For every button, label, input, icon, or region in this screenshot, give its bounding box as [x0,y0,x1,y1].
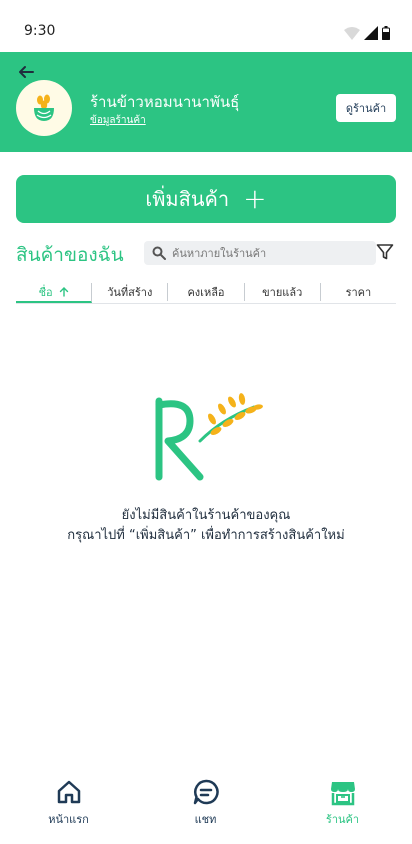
nav-label-home: หน้าแรก [48,813,89,826]
sort-tab-label: ชื่อ [38,286,53,299]
status-time: 9:30 [24,23,56,39]
empty-state-rice-logo-icon [155,393,263,481]
sort-tab-price[interactable]: ราคา [321,283,396,301]
add-product-label: เพิ่มสินค้า [145,187,230,211]
filter-icon[interactable] [376,243,394,261]
nav-item-home[interactable]: หน้าแรก [0,770,137,844]
chat-icon [193,779,219,805]
search-icon [152,246,166,260]
nav-item-store[interactable]: ร้านค้า [274,770,411,844]
rice-bowl-logo-icon [34,94,54,121]
shop-header: ร้านข้าวหอมนานาพันธุ์ ข้อมูลร้านค้า ดูร้… [0,52,412,152]
empty-state-line-1: ยังไม่มีสินค้าในร้านค้าของคุณ [121,508,291,523]
my-products-title: สินค้าของฉัน [16,244,124,266]
empty-state-line-2: กรุณาไปที่ “เพิ่มสินค้า” เพื่อทำการสร้าง… [67,528,345,543]
shop-avatar [16,80,72,136]
sort-tab-created-date[interactable]: วันที่สร้าง [92,283,169,301]
nav-label-store: ร้านค้า [325,813,360,826]
plus-icon: + [243,182,267,215]
sort-tab-remaining[interactable]: คงเหลือ [168,283,245,301]
search-placeholder: ค้นหาภายในร้านค้า [172,247,267,260]
nav-label-chat: แชท [194,813,217,826]
add-product-button[interactable]: เพิ่มสินค้า + [16,175,396,223]
bottom-nav: หน้าแรก แชท ร้านค้า [0,770,412,844]
status-icons [344,26,390,40]
empty-state-message: ยังไม่มีสินค้าในร้านค้าของคุณ กรุณาไปที่… [0,506,412,546]
sort-ascending-arrow-icon [59,287,68,297]
product-search-input[interactable]: ค้นหาภายในร้านค้า [144,241,376,265]
shop-name: ร้านข้าวหอมนานาพันธุ์ [90,93,240,111]
nav-item-chat[interactable]: แชท [137,770,274,844]
sort-tab-sold[interactable]: ขายแล้ว [245,283,321,301]
shop-info-link[interactable]: ข้อมูลร้านค้า [90,113,146,128]
sort-tab-name[interactable]: ชื่อ [16,283,93,303]
home-icon [57,780,80,804]
sort-tabs: ชื่อ วันที่สร้าง คงเหลือ ขายแล้ว ราคา [16,283,396,304]
back-arrow-icon[interactable] [16,62,36,82]
battery-icon [382,26,390,40]
store-icon [330,782,355,806]
cellular-signal-icon [364,26,378,40]
status-bar: 9:30 [0,0,412,52]
view-shop-button[interactable]: ดูร้านค้า [336,94,396,122]
wifi-icon [344,26,360,40]
